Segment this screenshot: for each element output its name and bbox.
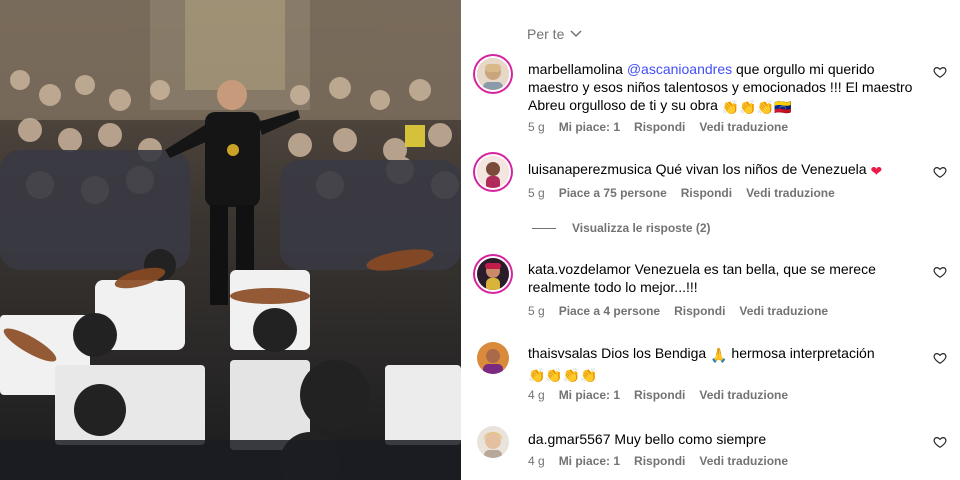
reply-button[interactable]: Rispondi — [634, 454, 685, 468]
like-heart-icon[interactable] — [933, 351, 947, 365]
avatar[interactable] — [477, 156, 509, 188]
comment-meta: 5 g Mi piace: 1 Rispondi Vedi traduzione — [528, 120, 788, 134]
comment-content: Dios los Bendiga — [597, 345, 707, 361]
comment-username[interactable]: luisanaperezmusica — [528, 161, 652, 177]
comment-content-2: hermosa interpretación — [727, 345, 875, 361]
avatar[interactable] — [477, 342, 509, 374]
comment-content: Muy bello como siempre — [610, 431, 767, 447]
view-replies-label: Visualizza le risposte (2) — [572, 221, 711, 235]
translate-button[interactable]: Vedi traduzione — [699, 388, 788, 402]
comment-username[interactable]: kata.vozdelamor — [528, 261, 631, 277]
comment-text: marbellamolina @ascanioandres que orgull… — [528, 60, 918, 116]
reply-button[interactable]: Rispondi — [634, 388, 685, 402]
comment-text: kata.vozdelamor Venezuela es tan bella, … — [528, 260, 918, 296]
comment-time[interactable]: 4 g — [528, 454, 545, 468]
like-heart-icon[interactable] — [933, 265, 947, 279]
comment-meta: 5 g Piace a 4 persone Rispondi Vedi trad… — [528, 304, 828, 318]
comment-likes[interactable]: Piace a 75 persone — [559, 186, 667, 200]
post-media[interactable] — [0, 0, 461, 480]
comment-username[interactable]: thaisvsalas — [528, 345, 597, 361]
translate-button[interactable]: Vedi traduzione — [699, 120, 788, 134]
reply-button[interactable]: Rispondi — [634, 120, 685, 134]
comment-username[interactable]: marbellamolina — [528, 61, 623, 77]
translate-button[interactable]: Vedi traduzione — [739, 304, 828, 318]
comment-time[interactable]: 5 g — [528, 304, 545, 318]
comment-text: da.gmar5567 Muy bello como siempre — [528, 430, 918, 448]
comment-username[interactable]: da.gmar5567 — [528, 431, 611, 447]
avatar[interactable] — [477, 258, 509, 290]
comment-likes[interactable]: Mi piace: 1 — [559, 120, 620, 134]
avatar[interactable] — [477, 426, 509, 458]
emoji-text: 👏👏👏🇻🇪 — [721, 99, 792, 115]
comment-text: luisanaperezmusica Qué vivan los niños d… — [528, 160, 918, 180]
comment-time[interactable]: 4 g — [528, 388, 545, 402]
view-replies-button[interactable]: Visualizza le risposte (2) — [532, 221, 711, 235]
translate-button[interactable]: Vedi traduzione — [699, 454, 788, 468]
comment-mention[interactable]: @ascanioandres — [627, 61, 732, 77]
reply-button[interactable]: Rispondi — [674, 304, 725, 318]
comment-likes[interactable]: Mi piace: 1 — [559, 388, 620, 402]
comment-sort-filter[interactable]: Per te — [527, 26, 582, 42]
comment-meta: 4 g Mi piace: 1 Rispondi Vedi traduzione — [528, 388, 788, 402]
orchestra-photo — [0, 0, 461, 480]
like-heart-icon[interactable] — [933, 165, 947, 179]
reply-button[interactable]: Rispondi — [681, 186, 732, 200]
translate-button[interactable]: Vedi traduzione — [746, 186, 835, 200]
filter-label: Per te — [527, 26, 565, 42]
comment-meta: 5 g Piace a 75 persone Rispondi Vedi tra… — [528, 186, 835, 200]
comment-time[interactable]: 5 g — [528, 186, 545, 200]
avatar[interactable] — [477, 58, 509, 90]
replies-divider — [532, 227, 556, 229]
comment-likes[interactable]: Piace a 4 persone — [559, 304, 660, 318]
comments-panel: Per te marbellamolina @ascanioandres que… — [461, 0, 960, 480]
like-heart-icon[interactable] — [933, 435, 947, 449]
like-heart-icon[interactable] — [933, 65, 947, 79]
heart-emoji: ❤ — [870, 163, 883, 179]
chevron-down-icon — [570, 30, 582, 38]
comment-text: thaisvsalas Dios los Bendiga 🙏 hermosa i… — [528, 344, 918, 384]
emoji-text: 👏👏👏👏 — [528, 367, 598, 383]
comment-likes[interactable]: Mi piace: 1 — [559, 454, 620, 468]
comment-time[interactable]: 5 g — [528, 120, 545, 134]
emoji-text: 🙏 — [710, 347, 728, 363]
comment-content: Qué vivan los niños de Venezuela — [651, 161, 867, 177]
comment-meta: 4 g Mi piace: 1 Rispondi Vedi traduzione — [528, 454, 788, 468]
